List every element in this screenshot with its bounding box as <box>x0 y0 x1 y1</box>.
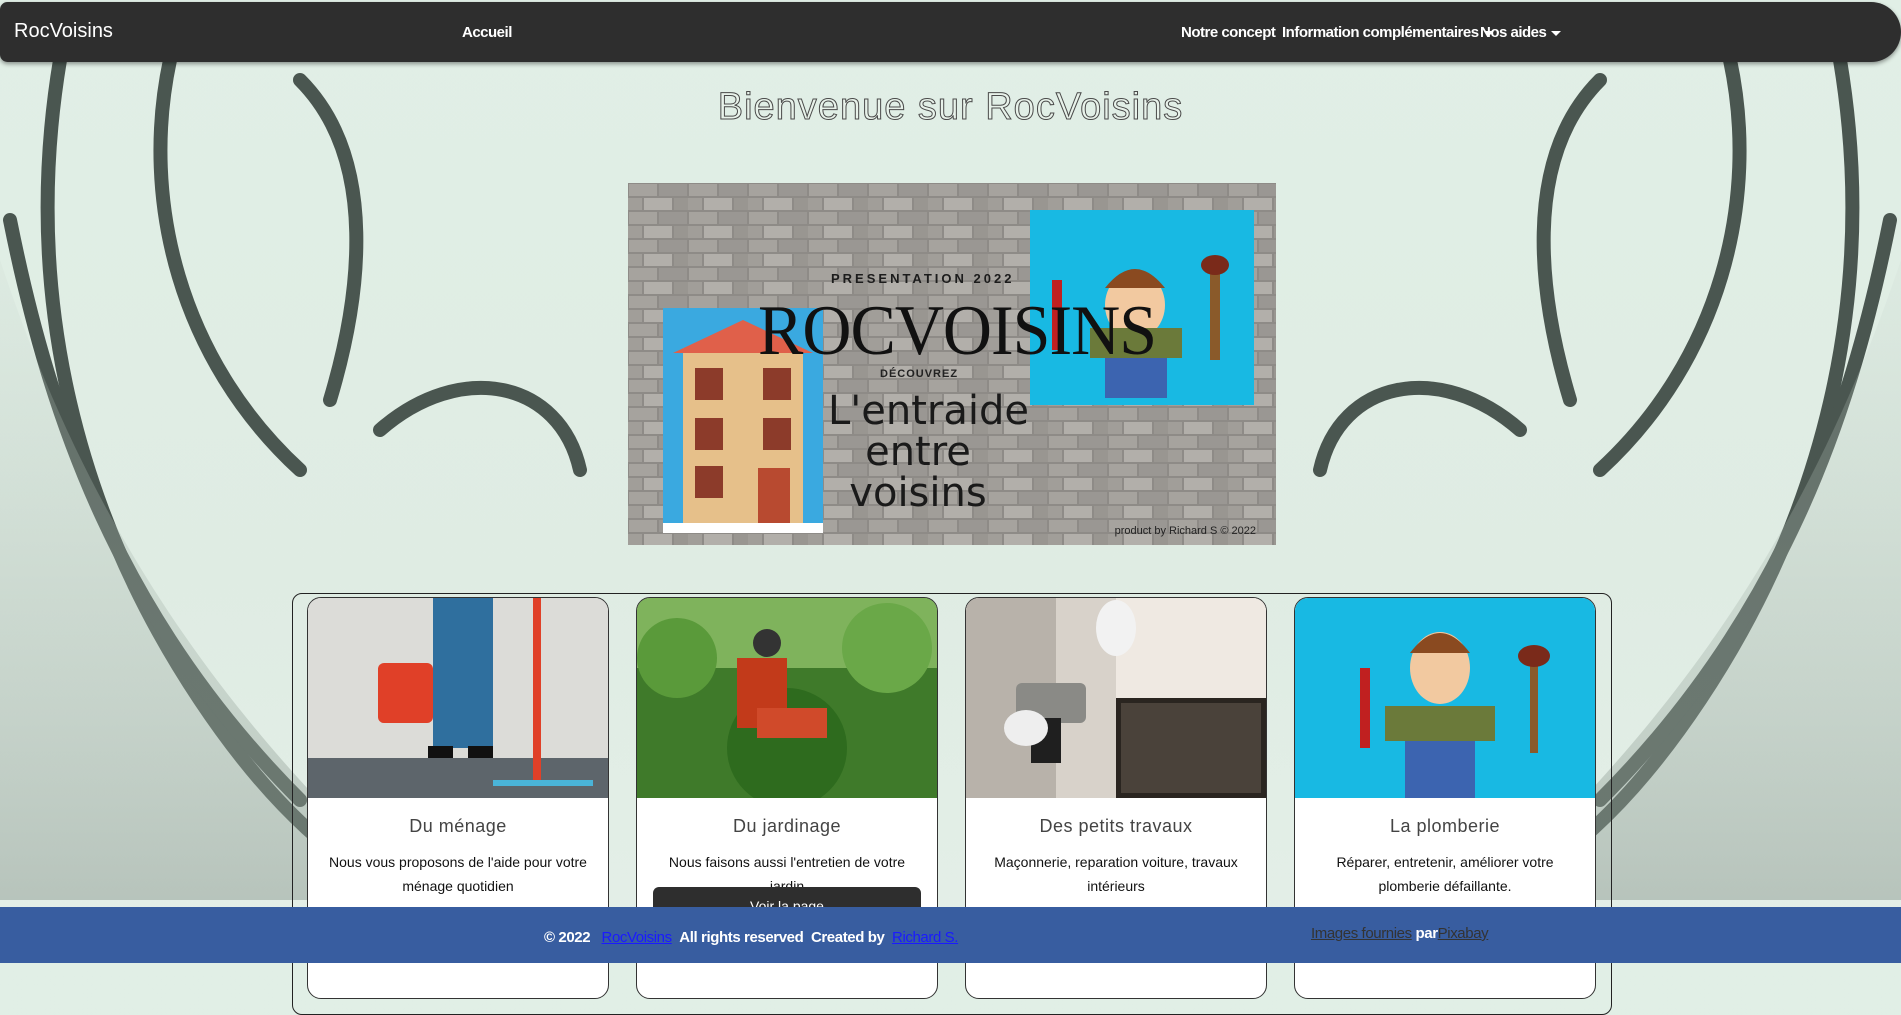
pixabay-link[interactable]: Pixabay <box>1438 925 1489 942</box>
nav-accueil[interactable]: Accueil <box>462 24 512 41</box>
footer-images-credit: Images fournies parPixabay <box>1311 925 1489 942</box>
brand-link[interactable]: RocVoisins <box>14 20 113 43</box>
card-title: Du jardinage <box>732 816 842 836</box>
copyright-text: © 2022 <box>544 929 591 946</box>
par-text: par <box>1415 925 1439 942</box>
card-title: La plomberie <box>1389 816 1501 836</box>
drill-image <box>966 598 1266 798</box>
created-by-text: Created by <box>810 929 885 946</box>
caret-down-icon <box>1551 30 1562 36</box>
card-text: Maçonnerie, reparation voiture, travaux … <box>994 854 1238 894</box>
card-title: Des petits travaux <box>1039 816 1193 836</box>
nav-info-dropdown[interactable]: Information complémentaires <box>1282 24 1494 41</box>
presentation-banner: PRESENTATION 2022 ROCVOISINS DÉCOUVREZ L… <box>628 183 1276 545</box>
banner-presentation-text: PRESENTATION 2022 <box>831 271 1015 286</box>
footer-copyright: © 2022 RocVoisins All rights reserved Cr… <box>544 929 958 946</box>
nav-info-label: Information complémentaires <box>1282 24 1479 41</box>
navbar: RocVoisins Accueil Notre concept Informa… <box>0 2 1901 62</box>
card-text: Nous vous proposons de l'aide pour votre… <box>329 854 587 894</box>
cleaning-image <box>308 598 608 798</box>
footer: © 2022 RocVoisins All rights reserved Cr… <box>0 907 1901 963</box>
footer-site-link[interactable]: RocVoisins <box>602 929 673 946</box>
banner-credit: product by Richard S © 2022 <box>1114 525 1256 537</box>
nav-aides-dropdown[interactable]: Nos aides <box>1480 24 1562 41</box>
footer-author-link[interactable]: Richard S. <box>892 929 958 946</box>
gardening-image <box>637 598 937 798</box>
rights-text: All rights reserved <box>679 929 804 946</box>
nav-aides-label: Nos aides <box>1480 24 1547 41</box>
images-fournies-link[interactable]: Images fournies <box>1311 925 1412 942</box>
plumber-image <box>1295 598 1595 798</box>
card-text: Réparer, entretenir, améliorer votre plo… <box>1336 854 1554 894</box>
banner-title: ROCVOISINS <box>758 290 1157 370</box>
card-title: Du ménage <box>409 816 507 836</box>
nav-notre-concept[interactable]: Notre concept <box>1181 24 1276 41</box>
banner-discover-text: DÉCOUVREZ <box>880 368 959 380</box>
page-title: Bienvenue sur RocVoisins <box>717 86 1184 129</box>
banner-slogan: L'entraide entre voisins <box>828 388 1029 516</box>
